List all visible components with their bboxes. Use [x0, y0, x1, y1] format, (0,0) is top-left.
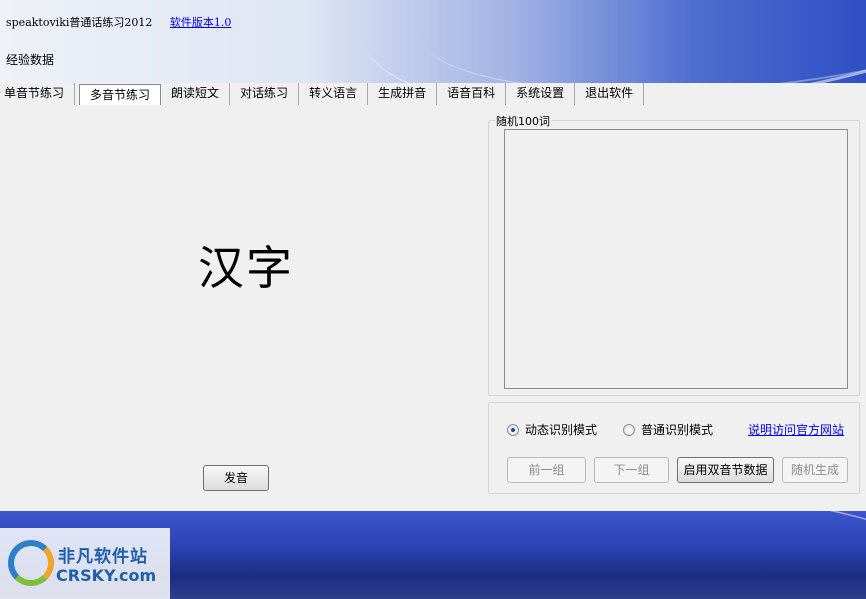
experience-label: 经验数据	[6, 53, 55, 67]
watermark-en: CRSKY.com	[56, 566, 157, 585]
watermark-cn: 非凡软件站	[58, 547, 148, 567]
random-generate-button[interactable]: 随机生成	[782, 457, 848, 483]
random-words-list[interactable]	[504, 129, 848, 389]
radio-normal-mode[interactable]: 普通识别模式	[623, 421, 713, 438]
banner-swirl	[415, 0, 866, 83]
header-banner: speaktoviki普通话练习2012 软件版本1.0 经验数据	[0, 0, 866, 83]
mode-group: 动态识别模式 普通识别模式 说明访问官方网站 前一组 下一组 启用双音节数据 随…	[488, 402, 860, 494]
title-line: speaktoviki普通话练习2012 软件版本1.0	[6, 14, 231, 30]
tab-phonetics-wiki[interactable]: 语音百科	[437, 83, 507, 105]
prev-group-button[interactable]: 前一组	[507, 457, 586, 483]
radio-dot-checked	[507, 423, 519, 436]
main-panel: 汉字 发音 随机100词 动态识别模式 普通识别模式 说明访问官方网站 前一组 …	[0, 105, 866, 511]
enable-double-syllable-button[interactable]: 启用双音节数据	[677, 457, 774, 483]
random-words-group: 随机100词	[488, 113, 860, 396]
radio-dynamic-mode[interactable]: 动态识别模式	[507, 421, 597, 438]
logo-ring-icon	[8, 540, 54, 586]
tab-multi-syllable[interactable]: 多音节练习	[79, 84, 162, 105]
app-title: speaktoviki普通话练习2012	[6, 16, 153, 29]
tab-settings[interactable]: 系统设置	[506, 83, 576, 105]
footer-banner: 非凡软件站 CRSKY.com	[0, 511, 866, 599]
radio-dot	[623, 423, 635, 436]
radio-dynamic-label: 动态识别模式	[525, 423, 598, 437]
official-site-link[interactable]: 说明访问官方网站	[748, 421, 844, 438]
tab-generate-pinyin[interactable]: 生成拼音	[368, 83, 438, 105]
tab-read-passage[interactable]: 朗读短文	[161, 83, 231, 105]
radio-normal-label: 普通识别模式	[641, 423, 714, 437]
practice-word: 汉字	[198, 241, 294, 295]
tab-strip: 单音节练习 多音节练习 朗读短文 对话练习 转义语言 生成拼音 语音百科 系统设…	[0, 83, 866, 105]
random-words-legend: 随机100词	[495, 113, 551, 129]
tab-exit[interactable]: 退出软件	[575, 83, 645, 105]
tab-single-syllable[interactable]: 单音节练习	[0, 83, 76, 105]
tab-translate-language[interactable]: 转义语言	[299, 83, 369, 105]
watermark-logo: 非凡软件站 CRSKY.com	[0, 528, 170, 599]
pronounce-button[interactable]: 发音	[203, 465, 269, 491]
footer-swirl	[335, 511, 866, 599]
next-group-button[interactable]: 下一组	[594, 457, 669, 483]
tab-dialogue[interactable]: 对话练习	[230, 83, 300, 105]
version-link[interactable]: 软件版本1.0	[170, 16, 232, 29]
